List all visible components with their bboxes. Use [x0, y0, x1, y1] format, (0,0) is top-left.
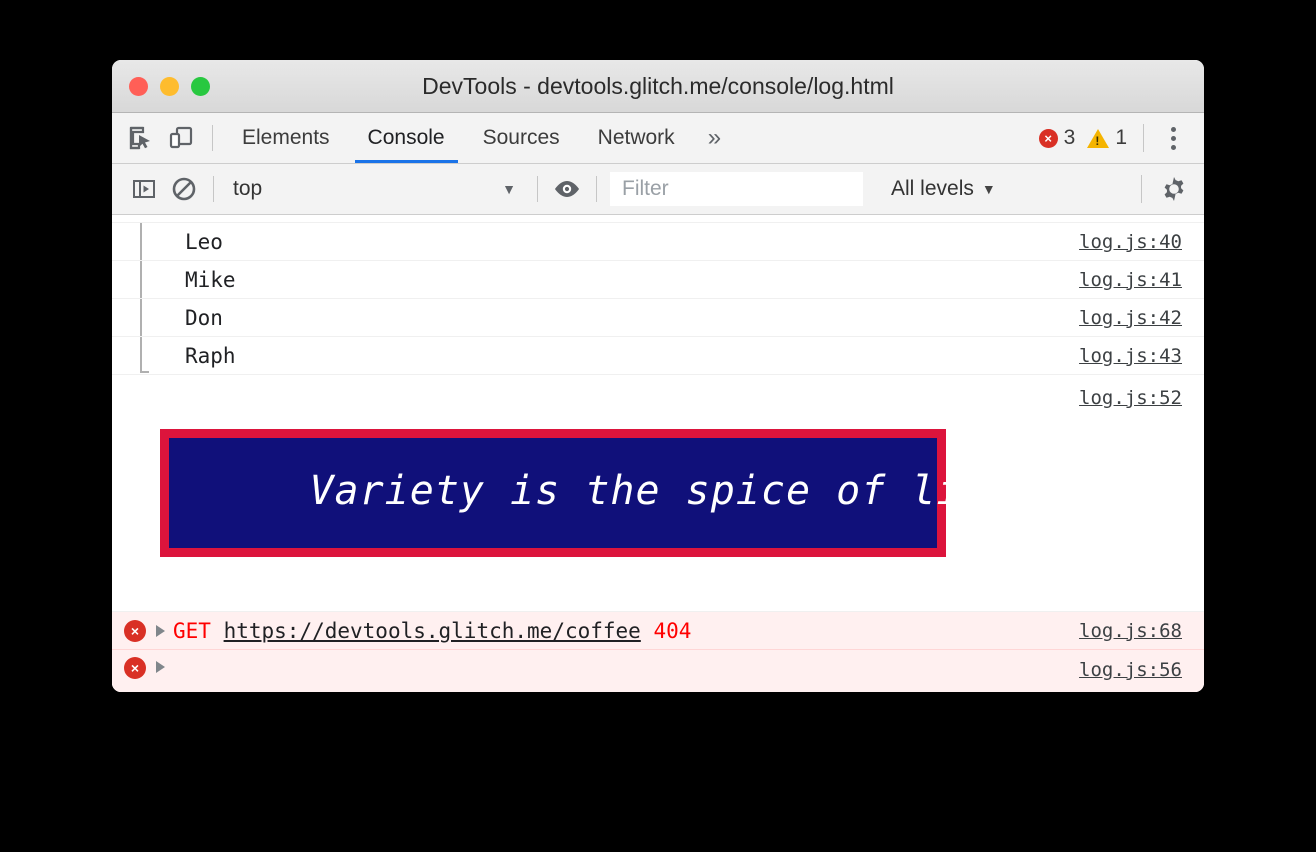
- tab-sources-label: Sources: [483, 126, 560, 150]
- more-tabs-label: »: [708, 124, 721, 152]
- styled-message-container: Variety is the spice of life: [112, 375, 1079, 611]
- more-tabs-button[interactable]: »: [694, 113, 735, 163]
- console-row-log[interactable]: Raph log.js:43: [112, 337, 1204, 375]
- warning-triangle-icon: [1087, 129, 1109, 148]
- console-row-log[interactable]: Mike log.js:41: [112, 261, 1204, 299]
- log-levels-select[interactable]: All levels ▼: [891, 177, 996, 201]
- tabbar-divider: [212, 125, 213, 151]
- source-link[interactable]: log.js:40: [1079, 231, 1204, 253]
- toolbar-divider-1: [213, 176, 214, 202]
- inspect-element-icon[interactable]: [122, 119, 160, 157]
- counters-divider: [1143, 124, 1144, 152]
- error-circle-icon: ×: [124, 657, 146, 679]
- kebab-dot-1: [1171, 127, 1176, 132]
- devtools-tabbar: Elements Console Sources Network » × 3 1: [112, 113, 1204, 164]
- error-counter[interactable]: × 3: [1039, 126, 1076, 150]
- console-message-text: GET https://devtools.glitch.me/coffee 40…: [173, 619, 1079, 643]
- filter-input[interactable]: Filter: [610, 172, 863, 206]
- console-toolbar: top ▼ Filter All levels ▼: [112, 164, 1204, 215]
- console-message-list[interactable]: The spice of life log.js:39 Leo log.js:4…: [112, 215, 1204, 692]
- devtools-tabs: Elements Console Sources Network »: [223, 113, 735, 163]
- source-link[interactable]: log.js:43: [1079, 345, 1204, 367]
- device-toolbar-icon[interactable]: [162, 119, 200, 157]
- toolbar-divider-2: [537, 176, 538, 202]
- settings-gear-icon[interactable]: [1160, 175, 1188, 203]
- execution-context-value: top: [233, 177, 262, 201]
- log-levels-label: All levels: [891, 177, 974, 201]
- console-message-text: Uncaught TypeError: Cannot set property …: [173, 657, 1079, 692]
- tab-console[interactable]: Console: [349, 113, 464, 163]
- source-link[interactable]: log.js:41: [1079, 269, 1204, 291]
- tab-sources[interactable]: Sources: [464, 113, 579, 163]
- minimize-window-button[interactable]: [160, 77, 179, 96]
- request-url[interactable]: https://devtools.glitch.me/coffee: [224, 619, 641, 643]
- tab-elements-label: Elements: [242, 126, 330, 150]
- styled-message-text: Variety is the spice of life: [309, 468, 1011, 514]
- window-controls: [129, 77, 210, 96]
- warning-count-label: 1: [1115, 126, 1127, 150]
- tab-console-label: Console: [368, 126, 445, 150]
- kebab-dot-3: [1171, 145, 1176, 150]
- error-count-label: 3: [1064, 126, 1076, 150]
- live-expression-eye-icon[interactable]: [547, 171, 587, 207]
- close-window-button[interactable]: [129, 77, 148, 96]
- tab-elements[interactable]: Elements: [223, 113, 349, 163]
- chevron-down-icon: ▼: [982, 181, 996, 197]
- devtools-window: DevTools - devtools.glitch.me/console/lo…: [112, 60, 1204, 692]
- console-message-text: Leo: [112, 230, 1079, 254]
- warning-counter[interactable]: 1: [1087, 126, 1127, 150]
- console-row-clipped[interactable]: The spice of life log.js:39: [112, 215, 1204, 223]
- tab-network-label: Network: [598, 126, 675, 150]
- window-titlebar: DevTools - devtools.glitch.me/console/lo…: [112, 60, 1204, 113]
- source-link[interactable]: log.js:52: [1079, 375, 1204, 409]
- source-link[interactable]: log.js:68: [1079, 620, 1204, 642]
- clear-console-icon[interactable]: [164, 171, 204, 207]
- console-row-styled[interactable]: Variety is the spice of life log.js:52: [112, 375, 1204, 612]
- toolbar-right-group: [1141, 175, 1204, 203]
- chevron-down-icon: ▼: [502, 181, 516, 197]
- source-link[interactable]: log.js:42: [1079, 307, 1204, 329]
- toolbar-divider-4: [1141, 175, 1142, 203]
- tab-network[interactable]: Network: [579, 113, 694, 163]
- console-row-log[interactable]: Don log.js:42: [112, 299, 1204, 337]
- kebab-menu-icon[interactable]: [1158, 127, 1188, 150]
- toolbar-divider-3: [596, 176, 597, 202]
- console-message-text: Raph: [112, 344, 1079, 368]
- expand-triangle-icon[interactable]: [156, 625, 165, 637]
- console-row-exception[interactable]: × Uncaught TypeError: Cannot set propert…: [112, 650, 1204, 692]
- request-status: 404: [653, 619, 691, 643]
- console-message-text: Don: [112, 306, 1079, 330]
- source-link[interactable]: log.js:56: [1079, 657, 1204, 681]
- window-title: DevTools - devtools.glitch.me/console/lo…: [112, 73, 1204, 100]
- maximize-window-button[interactable]: [191, 77, 210, 96]
- console-message-text: Mike: [112, 268, 1079, 292]
- console-row-log[interactable]: Leo log.js:40: [112, 223, 1204, 261]
- error-circle-icon: ×: [124, 620, 146, 642]
- show-console-sidebar-icon[interactable]: [124, 171, 164, 207]
- styled-message-box: Variety is the spice of life: [160, 429, 946, 557]
- issue-counters: × 3 1: [1027, 124, 1204, 152]
- console-row-network-error[interactable]: × GET https://devtools.glitch.me/coffee …: [112, 612, 1204, 650]
- kebab-dot-2: [1171, 136, 1176, 141]
- execution-context-select[interactable]: top ▼: [223, 177, 528, 201]
- request-method: GET: [173, 619, 211, 643]
- expand-triangle-icon[interactable]: [156, 661, 165, 673]
- error-circle-icon: ×: [1039, 129, 1058, 148]
